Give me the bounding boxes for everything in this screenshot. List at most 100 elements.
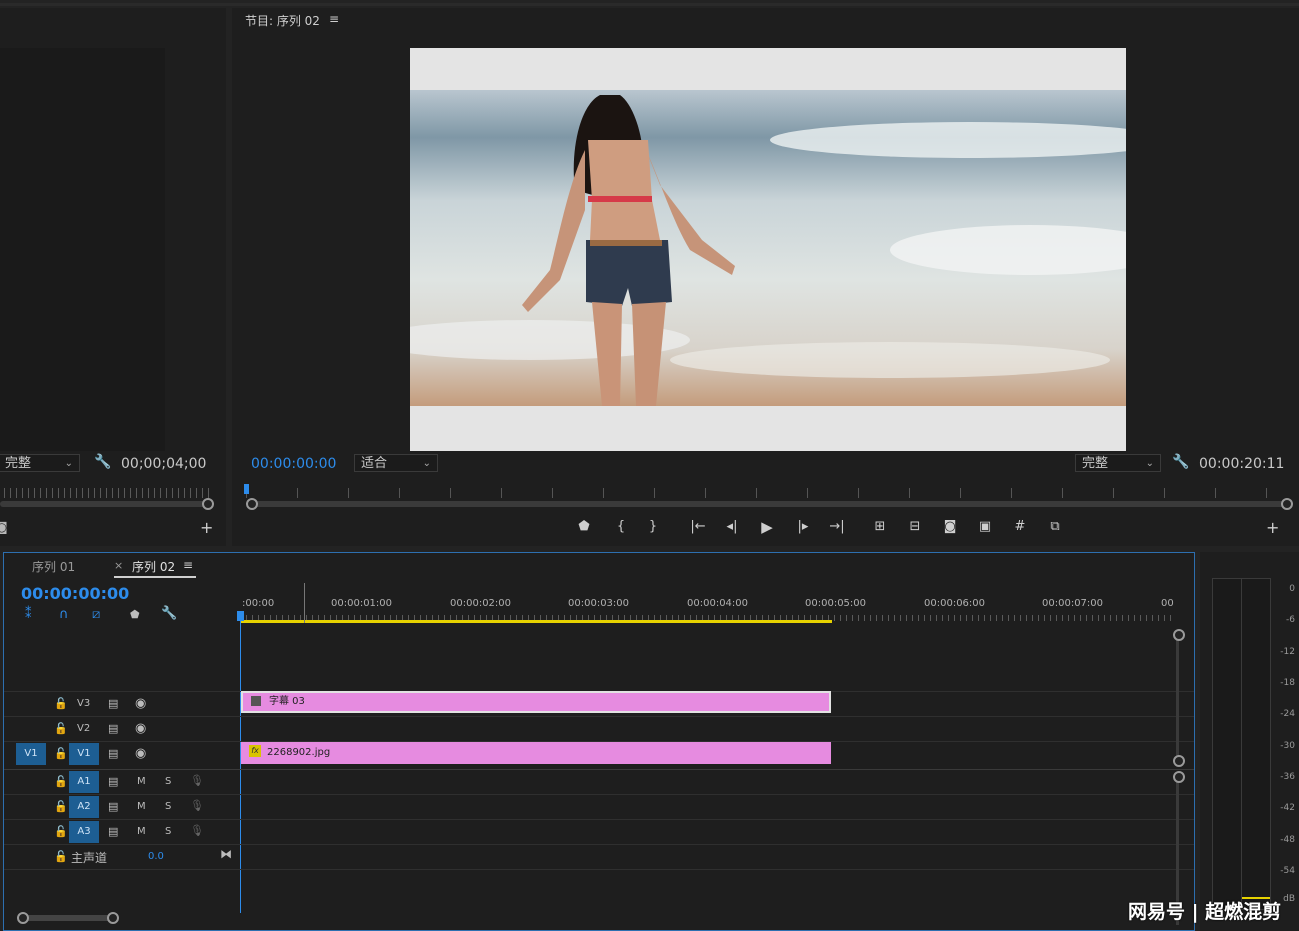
program-monitor-title[interactable]: 节目: 序列 02: [245, 12, 320, 29]
panel-menu-icon[interactable]: ≡: [329, 12, 339, 26]
program-monitor-panel: 节目: 序列 02 ≡ 00:00:00:00 适合 ⌄ 完整 ⌄ 🔧 00:0…: [232, 8, 1299, 546]
solo-button[interactable]: S: [165, 776, 171, 787]
hscroll-handle-right[interactable]: [107, 912, 119, 924]
extract-icon[interactable]: ⊟: [905, 517, 925, 537]
source-patch-v1[interactable]: V1: [16, 743, 46, 765]
mute-button[interactable]: M: [137, 826, 146, 837]
sync-lock-icon[interactable]: ▤: [108, 800, 118, 813]
timeline-hscroll[interactable]: [22, 915, 114, 921]
program-playhead[interactable]: [244, 484, 249, 494]
snap-magnet-icon[interactable]: ∩: [59, 607, 69, 622]
program-quality-dropdown[interactable]: 完整 ⌄: [1075, 454, 1161, 472]
safe-margins-icon[interactable]: #: [1010, 517, 1030, 537]
program-scroll-handle-right[interactable]: [1281, 498, 1293, 510]
vscroll-handle-mid[interactable]: [1173, 755, 1185, 767]
add-button-icon[interactable]: +: [1266, 518, 1279, 537]
sync-lock-icon[interactable]: ▤: [108, 722, 118, 735]
lock-icon[interactable]: 🔓: [54, 825, 68, 838]
mark-in-icon[interactable]: {: [611, 517, 631, 537]
mute-button[interactable]: M: [137, 776, 146, 787]
timeline-ruler[interactable]: :00:00 00:00:01:00 00:00:02:00 00:00:03:…: [240, 583, 1175, 623]
add-button-icon[interactable]: +: [200, 518, 213, 537]
tab-sequence-02[interactable]: 序列 02: [132, 558, 175, 575]
export-frame-icon[interactable]: ◙: [940, 517, 960, 537]
vscroll-handle-top[interactable]: [1173, 629, 1185, 641]
sync-lock-icon[interactable]: ▤: [108, 825, 118, 838]
vscroll-handle-audio[interactable]: [1173, 771, 1185, 783]
lock-icon[interactable]: 🔓: [54, 697, 68, 710]
program-scrollbar[interactable]: [247, 501, 1287, 507]
timeline-playhead-handle[interactable]: [237, 611, 244, 621]
lock-icon[interactable]: 🔓: [54, 775, 68, 788]
meter-scale-label: -6: [1286, 615, 1295, 625]
wrench-icon[interactable]: 🔧: [94, 454, 111, 470]
ruler-label: 00:00:03:00: [568, 598, 630, 609]
ruler-label: 00:00:06:00: [924, 598, 986, 609]
toggle-proxies-icon[interactable]: ⧉: [1045, 517, 1065, 537]
clip-2268902-jpg[interactable]: fx 2268902.jpg: [241, 742, 831, 764]
program-scroll-handle-left[interactable]: [246, 498, 258, 510]
track-target-a3[interactable]: A3: [69, 821, 99, 843]
top-border: [0, 3, 1299, 6]
add-marker-icon[interactable]: ⬟: [574, 517, 594, 537]
source-scrollbar[interactable]: [0, 501, 206, 507]
source-scroll-handle[interactable]: [202, 498, 214, 510]
tab-active-underline: [114, 576, 196, 578]
panel-menu-icon[interactable]: ≡: [183, 558, 193, 572]
mute-button[interactable]: M: [137, 801, 146, 812]
program-timecode-current[interactable]: 00:00:00:00: [251, 456, 336, 472]
program-ruler: [246, 488, 1286, 498]
timeline-vscroll-video[interactable]: [1176, 633, 1179, 763]
timeline-timecode[interactable]: 00:00:00:00: [21, 584, 129, 603]
meter-scale-label: dB: [1283, 894, 1295, 904]
sync-lock-icon[interactable]: ▤: [108, 775, 118, 788]
work-area-bar[interactable]: [240, 620, 832, 623]
program-timecode-duration: 00:00:20:11: [1199, 456, 1285, 472]
tab-sequence-01[interactable]: 序列 01: [32, 558, 75, 575]
master-track-label: 主声道: [71, 851, 108, 865]
close-icon[interactable]: ×: [114, 559, 123, 572]
track-target-a1[interactable]: A1: [69, 771, 99, 793]
camera-icon[interactable]: ◙: [0, 520, 8, 534]
jump-to-edit-icon[interactable]: ⧓: [220, 847, 232, 861]
track-row-a3: 🔓 A3 ▤ M S 🎙: [4, 819, 1194, 844]
track-target-a2[interactable]: A2: [69, 796, 99, 818]
source-quality-dropdown[interactable]: 完整 ⌄: [0, 454, 80, 472]
meter-scale-label: -36: [1280, 772, 1295, 782]
play-icon[interactable]: ▶: [757, 517, 777, 537]
go-to-in-icon[interactable]: |←: [688, 517, 708, 537]
mark-out-icon[interactable]: }: [643, 517, 663, 537]
eye-icon[interactable]: ◉: [135, 696, 146, 711]
microphone-icon[interactable]: 🎙: [190, 774, 204, 787]
sync-lock-icon[interactable]: ▤: [108, 697, 118, 710]
lock-icon[interactable]: 🔓: [54, 722, 68, 735]
step-forward-icon[interactable]: |▸: [793, 517, 813, 537]
step-back-icon[interactable]: ◂|: [722, 517, 742, 537]
master-volume-value[interactable]: 0.0: [148, 851, 164, 862]
sync-lock-icon[interactable]: ▤: [108, 747, 118, 760]
microphone-icon[interactable]: 🎙: [190, 799, 204, 812]
eye-icon[interactable]: ◉: [135, 721, 146, 736]
ruler-label: 00:00:07:00: [1042, 598, 1104, 609]
microphone-icon[interactable]: 🎙: [190, 824, 204, 837]
wrench-icon[interactable]: 🔧: [1172, 454, 1189, 470]
hscroll-handle-left[interactable]: [17, 912, 29, 924]
track-target-v1[interactable]: V1: [69, 743, 99, 765]
meter-scale-label: -42: [1280, 803, 1295, 813]
add-marker-icon[interactable]: ⬟: [130, 608, 140, 621]
clip-title-03[interactable]: 字幕 03: [241, 691, 831, 713]
go-to-out-icon[interactable]: →|: [827, 517, 847, 537]
solo-button[interactable]: S: [165, 826, 171, 837]
lock-icon[interactable]: 🔓: [54, 850, 68, 863]
fit-dropdown[interactable]: 适合 ⌄: [354, 454, 438, 472]
linked-selection-icon[interactable]: ⧄: [92, 607, 100, 622]
nest-icon[interactable]: ⁑: [25, 607, 32, 622]
wrench-icon[interactable]: 🔧: [161, 606, 177, 621]
clip-name: 2268902.jpg: [267, 747, 331, 758]
solo-button[interactable]: S: [165, 801, 171, 812]
comparison-view-icon[interactable]: ▣: [975, 517, 995, 537]
eye-icon[interactable]: ◉: [135, 746, 146, 761]
lock-icon[interactable]: 🔓: [54, 747, 68, 760]
lift-icon[interactable]: ⊞: [870, 517, 890, 537]
lock-icon[interactable]: 🔓: [54, 800, 68, 813]
